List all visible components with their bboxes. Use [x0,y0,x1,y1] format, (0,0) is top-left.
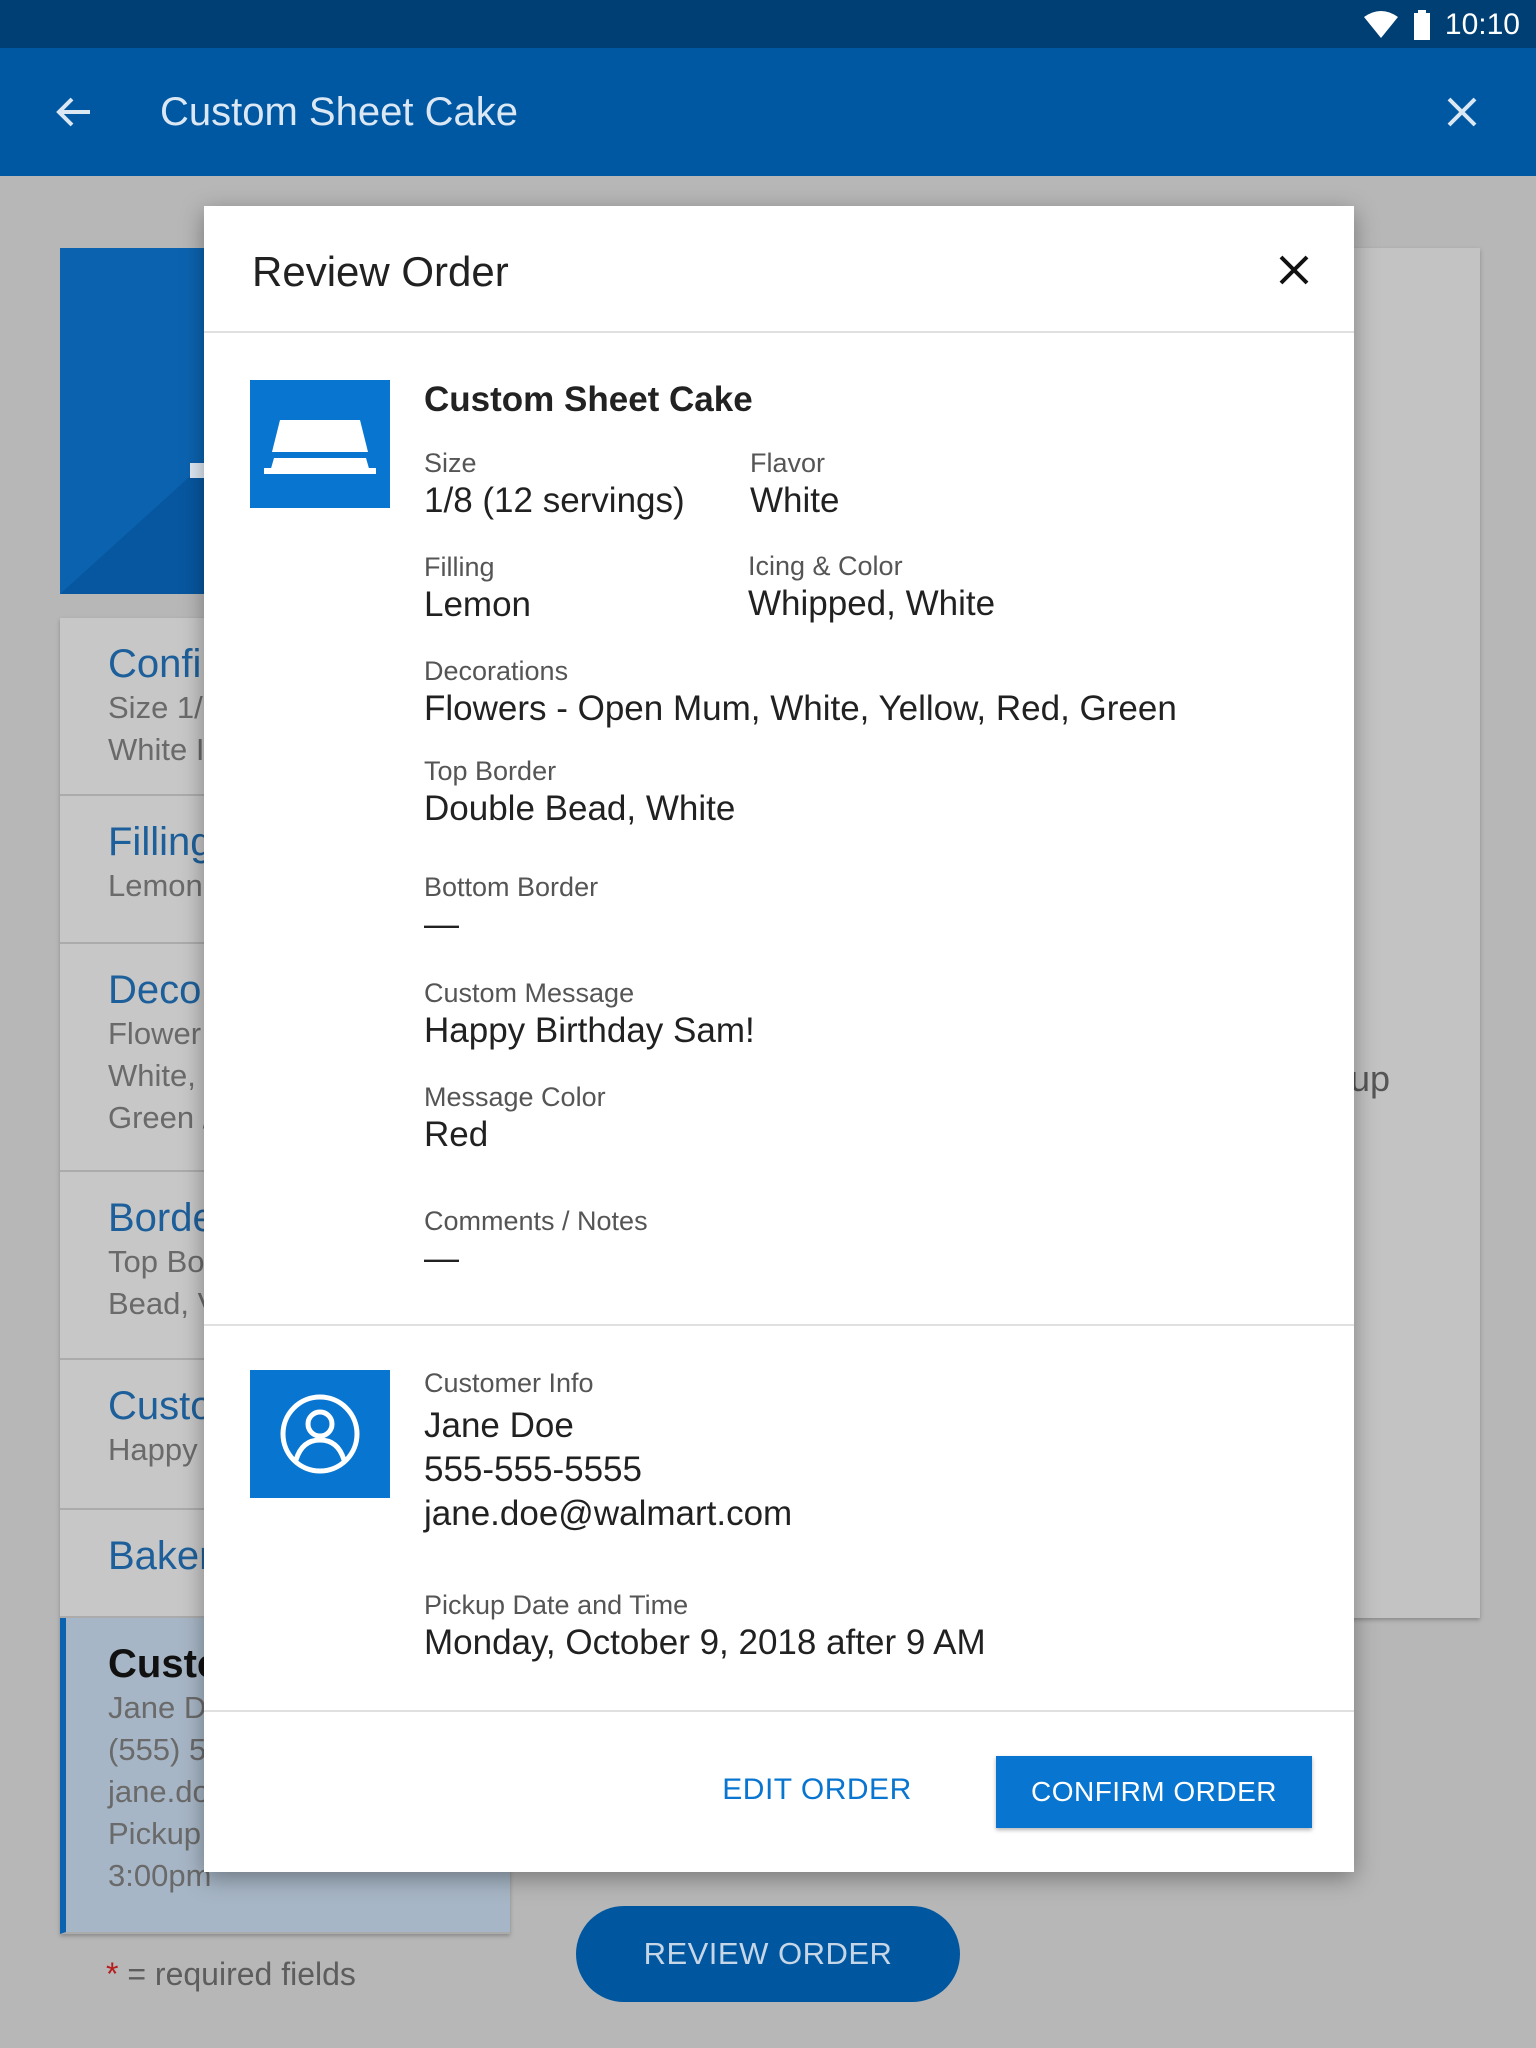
custom-message-value: Happy Birthday Sam! [424,1011,755,1050]
message-color-label: Message Color [424,1082,606,1112]
close-icon[interactable] [1274,250,1314,290]
required-note: * = required fields [106,1956,356,1993]
customer-email: jane.doe@walmart.com [424,1494,793,1533]
confirm-order-button[interactable]: CONFIRM ORDER [996,1756,1312,1828]
filling-field: Filling Lemon [424,550,531,626]
summary-card-text: up [1350,1058,1391,1099]
icing-label: Icing & Color [748,551,903,581]
customer-phone: 555-555-5555 [424,1450,642,1489]
status-icons: 10:10 [1363,8,1520,42]
flavor-label: Flavor [750,448,826,478]
pickup-value: Monday, October 9, 2018 after 9 AM [424,1623,986,1662]
filling-label: Filling [424,552,495,582]
app-bar: Custom Sheet Cake [0,48,1536,176]
cake-icon-tile [250,380,390,508]
custom-message-label: Custom Message [424,978,635,1008]
bottom-border-value: — [424,905,459,944]
wifi-icon [1363,11,1398,38]
review-order-dialog: Review Order Custom Sheet Cake Size 1/8 … [204,206,1354,1872]
pickup-field: Pickup Date and Time Monday, October 9, … [424,1588,986,1664]
actions-divider [204,1710,1354,1712]
review-order-button[interactable]: REVIEW ORDER [576,1906,960,2002]
customer-info-label: Customer Info [424,1368,594,1398]
battery-icon [1413,10,1430,40]
comments-label: Comments / Notes [424,1206,648,1236]
bottom-border-field: Bottom Border — [424,870,598,946]
cake-icon [264,420,376,474]
person-icon-tile [250,1370,390,1498]
size-value: 1/8 (12 servings) [424,481,685,520]
close-icon[interactable] [1438,88,1486,136]
dialog-title: Review Order [252,248,509,295]
decorations-value: Flowers - Open Mum, White, Yellow, Red, … [424,689,1177,728]
required-star: * [106,1956,119,1992]
size-label: Size [424,448,477,478]
top-border-field: Top Border Double Bead, White [424,754,735,830]
required-note-text: = required fields [118,1956,356,1992]
top-border-label: Top Border [424,756,557,786]
decorations-field: Decorations Flowers - Open Mum, White, Y… [424,654,1177,730]
dialog-header: Review Order [204,206,1354,333]
filling-value: Lemon [424,585,532,624]
status-time: 10:10 [1444,8,1520,41]
icing-field: Icing & Color Whipped, White [748,549,995,625]
comments-value: — [424,1239,459,1278]
status-bar: 10:10 [0,0,1536,48]
flavor-field: Flavor White [750,446,839,522]
customer-name: Jane Doe [424,1406,574,1445]
person-icon [280,1394,360,1474]
size-field: Size 1/8 (12 servings) [424,446,685,522]
message-color-value: Red [424,1115,489,1154]
app-title: Custom Sheet Cake [160,90,518,134]
pickup-label: Pickup Date and Time [424,1590,689,1620]
top-border-value: Double Bead, White [424,789,736,828]
comments-field: Comments / Notes — [424,1204,648,1280]
message-color-field: Message Color Red [424,1080,606,1156]
section-divider [204,1324,1354,1326]
back-arrow-icon[interactable] [50,88,98,136]
customer-info: Customer Info Jane Doe 555-555-5555 jane… [424,1366,792,1536]
custom-message-field: Custom Message Happy Birthday Sam! [424,976,755,1052]
icing-value: Whipped, White [748,584,996,623]
product-name: Custom Sheet Cake [424,380,753,419]
bottom-border-label: Bottom Border [424,872,599,902]
edit-order-button[interactable]: EDIT ORDER [712,1754,922,1826]
flavor-value: White [750,481,840,520]
decorations-label: Decorations [424,656,569,686]
